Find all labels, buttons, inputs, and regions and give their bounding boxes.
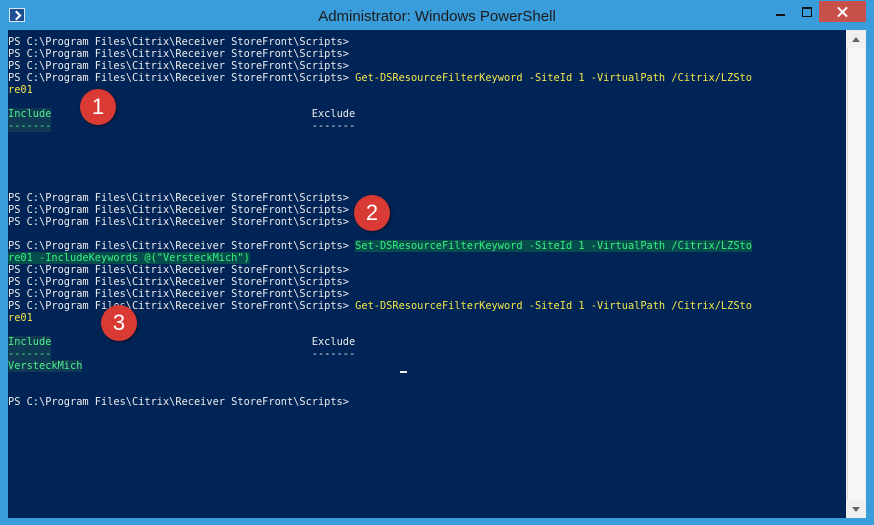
console-line: PS C:\Program Files\Citrix\Receiver Stor… <box>8 300 752 312</box>
marker-1: 1 <box>80 89 116 125</box>
console-line: PS C:\Program Files\Citrix\Receiver Stor… <box>8 240 752 252</box>
set-command: Set-DSResourceFilterKeyword -SiteId 1 -V… <box>355 240 752 252</box>
console-line: PS C:\Program Files\Citrix\Receiver Stor… <box>8 36 356 48</box>
output-separator-2: ------- ------- <box>8 348 356 360</box>
maximize-icon[interactable] <box>794 1 819 21</box>
powershell-window: Administrator: Windows PowerShell PS C:\… <box>0 0 874 525</box>
console-line: PS C:\Program Files\Citrix\Receiver Stor… <box>8 60 356 72</box>
console-line: PS C:\Program Files\Citrix\Receiver Stor… <box>8 204 356 216</box>
console-output[interactable]: PS C:\Program Files\Citrix\Receiver Stor… <box>8 30 846 518</box>
active-prompt[interactable]: PS C:\Program Files\Citrix\Receiver Stor… <box>8 396 846 408</box>
output-separator-1: ------- ------- <box>8 120 356 132</box>
minimize-icon[interactable] <box>767 1 794 21</box>
vertical-scrollbar[interactable] <box>846 30 866 518</box>
console-line: PS C:\Program Files\Citrix\Receiver Stor… <box>8 216 356 228</box>
console-line: PS C:\Program Files\Citrix\Receiver Stor… <box>8 288 356 300</box>
console-line: PS C:\Program Files\Citrix\Receiver Stor… <box>8 276 356 288</box>
marker-3: 3 <box>101 305 137 341</box>
scroll-up-arrow-icon[interactable] <box>846 30 866 48</box>
close-icon[interactable] <box>819 1 866 22</box>
console-line: re01 <box>8 84 33 96</box>
window-title: Administrator: Windows PowerShell <box>318 8 556 25</box>
scroll-down-arrow-icon[interactable] <box>846 500 866 518</box>
title-bar[interactable]: Administrator: Windows PowerShell <box>0 0 874 30</box>
scroll-thumb[interactable] <box>847 48 865 500</box>
output-header-1: Include Exclude <box>8 108 356 120</box>
get-command-2: Get-DSResourceFilterKeyword -SiteId 1 -V… <box>355 300 752 312</box>
console-line: PS C:\Program Files\Citrix\Receiver Stor… <box>8 192 356 204</box>
console-line: PS C:\Program Files\Citrix\Receiver Stor… <box>8 72 752 84</box>
output-value: VersteckMich <box>8 360 83 372</box>
get-command-1: Get-DSResourceFilterKeyword -SiteId 1 -V… <box>355 72 752 84</box>
output-header-2: Include Exclude <box>8 336 356 348</box>
text-cursor <box>400 371 407 373</box>
console-line: PS C:\Program Files\Citrix\Receiver Stor… <box>8 264 356 276</box>
marker-2: 2 <box>354 195 390 231</box>
console-line: PS C:\Program Files\Citrix\Receiver Stor… <box>8 48 356 60</box>
console-line: re01 -IncludeKeywords @("VersteckMich") <box>8 252 250 264</box>
